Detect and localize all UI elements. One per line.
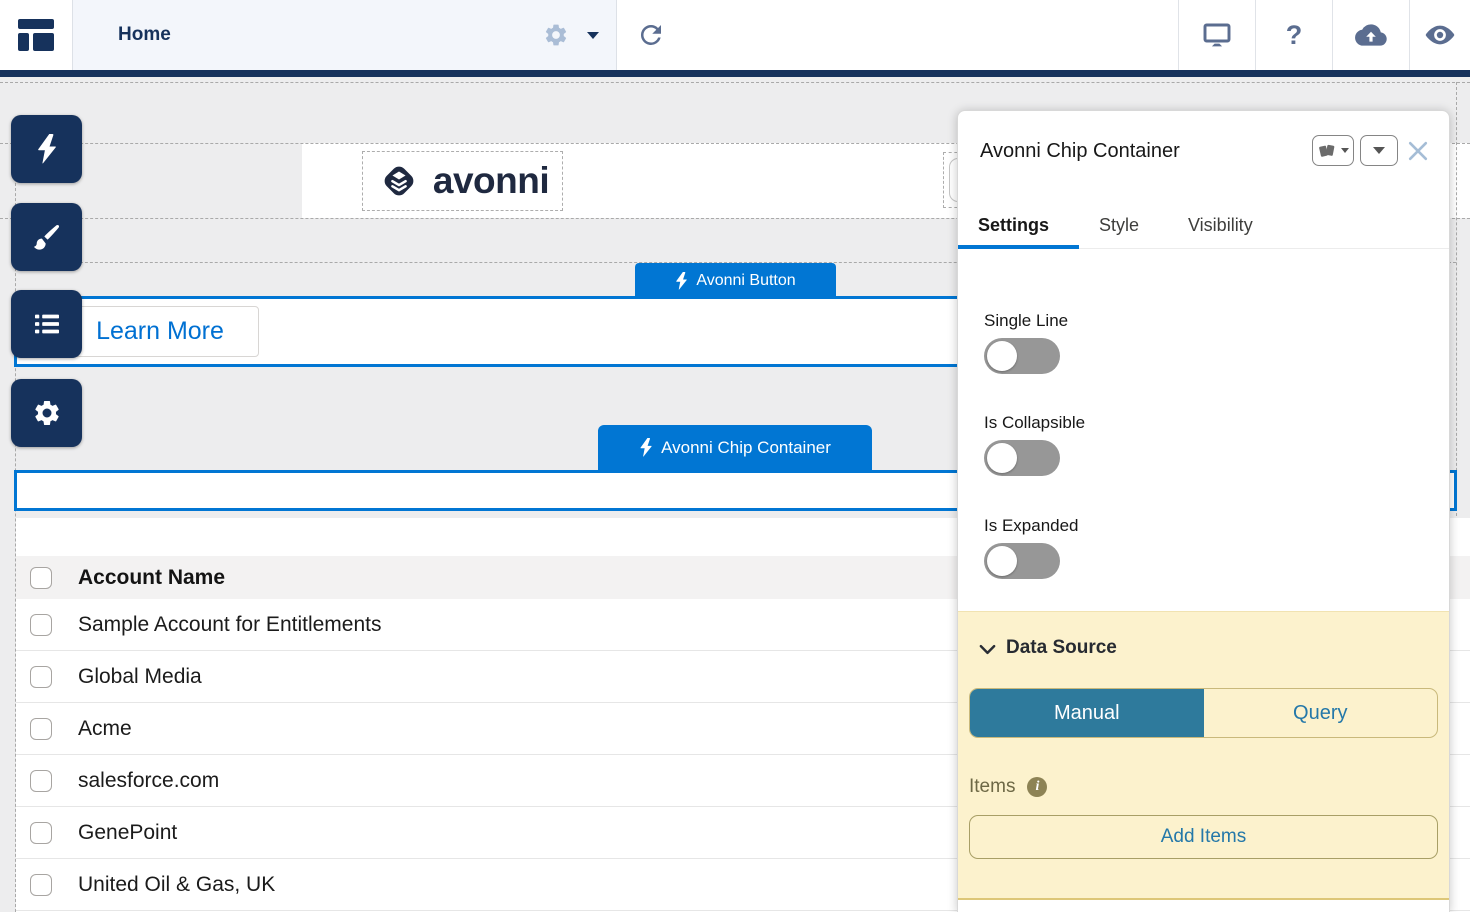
monitor-icon	[1201, 19, 1233, 51]
variant-picker-button[interactable]	[1312, 135, 1354, 166]
toggle-label-is-collapsible: Is Collapsible	[984, 413, 1085, 433]
eye-icon	[1424, 19, 1456, 51]
builder-toolbar: Home ?	[0, 0, 1470, 70]
row-checkbox[interactable]	[30, 666, 52, 688]
manual-option[interactable]: Manual	[970, 689, 1204, 737]
panel-title: Avonni Chip Container	[980, 140, 1180, 163]
brush-icon	[31, 221, 63, 253]
component-label-text: Avonni Button	[696, 272, 795, 290]
info-icon[interactable]: i	[1027, 777, 1047, 797]
sidebar-theme-button[interactable]	[11, 203, 82, 271]
select-all-checkbox[interactable]	[30, 567, 52, 589]
row-checkbox[interactable]	[30, 770, 52, 792]
single-line-toggle[interactable]	[984, 338, 1060, 374]
page-settings-gear-icon[interactable]	[543, 22, 569, 48]
chevron-down-icon	[1341, 148, 1349, 153]
toolbar-action-group: ?	[1178, 0, 1470, 70]
lightning-icon	[36, 134, 58, 164]
learn-more-button[interactable]: Learn More	[61, 306, 259, 357]
component-label-avonni-chip-container[interactable]: Avonni Chip Container	[598, 425, 872, 470]
account-name: Global Media	[78, 665, 202, 689]
panel-tab-bar: Settings Style Visibility	[958, 211, 1449, 249]
column-header: Account Name	[78, 566, 225, 590]
toggle-label-single-line: Single Line	[984, 311, 1068, 331]
lightning-icon	[639, 438, 653, 457]
app-screen: avonni Avonni Button Learn More Avonni C…	[0, 0, 1470, 912]
active-tab-underline	[958, 245, 1079, 249]
account-name: Sample Account for Entitlements	[78, 613, 382, 637]
avonni-logo-icon	[376, 158, 422, 204]
brand-logo-component[interactable]: avonni	[362, 151, 563, 211]
chevron-down-icon[interactable]	[978, 640, 997, 659]
page-layout-icon	[14, 13, 58, 57]
page-tab-label: Home	[118, 24, 171, 46]
toggle-label-is-expanded: Is Expanded	[984, 516, 1079, 536]
account-name: salesforce.com	[78, 769, 219, 793]
dropzone-guide	[0, 82, 1470, 83]
panel-menu-button[interactable]	[1360, 135, 1398, 166]
close-icon[interactable]	[1406, 139, 1430, 163]
sidebar-components-button[interactable]	[11, 115, 82, 183]
data-source-mode-switch: Manual Query	[969, 688, 1438, 738]
add-items-button[interactable]: Add Items	[969, 815, 1438, 859]
panel-footer-strip	[958, 900, 1449, 912]
tab-visibility[interactable]: Visibility	[1188, 215, 1253, 236]
publish-button[interactable]	[1332, 0, 1409, 70]
row-checkbox[interactable]	[30, 718, 52, 740]
toolbar-bottom-border	[0, 70, 1470, 77]
cloud-upload-icon	[1352, 19, 1390, 51]
gear-icon	[32, 398, 62, 428]
sidebar-settings-button[interactable]	[11, 379, 82, 447]
tab-settings[interactable]: Settings	[978, 215, 1049, 236]
component-label-text: Avonni Chip Container	[661, 438, 831, 458]
data-source-heading: Data Source	[1006, 637, 1117, 659]
properties-panel: Avonni Chip Container Settings Style Vis…	[957, 110, 1450, 912]
items-label: Items	[969, 776, 1015, 798]
chevron-down-icon[interactable]	[587, 32, 599, 39]
device-preview-button[interactable]	[1178, 0, 1255, 70]
help-button[interactable]: ?	[1255, 0, 1332, 70]
row-checkbox[interactable]	[30, 614, 52, 636]
preview-button[interactable]	[1409, 0, 1470, 70]
row-checkbox[interactable]	[30, 874, 52, 896]
cards-icon	[1317, 143, 1337, 159]
lightning-icon	[675, 272, 688, 290]
tab-style[interactable]: Style	[1099, 215, 1139, 236]
component-label-avonni-button[interactable]: Avonni Button	[635, 263, 836, 298]
account-name: Acme	[78, 717, 132, 741]
refresh-icon[interactable]	[636, 20, 666, 50]
query-option[interactable]: Query	[1204, 689, 1438, 737]
items-label-row: Items i	[969, 776, 1047, 798]
builder-home-button[interactable]	[0, 0, 72, 70]
account-name: GenePoint	[78, 821, 177, 845]
account-name: United Oil & Gas, UK	[78, 873, 275, 897]
brand-logo-text: avonni	[433, 160, 549, 202]
page-tab[interactable]: Home	[72, 0, 617, 70]
is-expanded-toggle[interactable]	[984, 543, 1060, 579]
data-source-section: Data Source Manual Query Items i Add Ite…	[958, 611, 1449, 900]
list-icon	[31, 308, 63, 340]
is-collapsible-toggle[interactable]	[984, 440, 1060, 476]
chevron-down-icon	[1373, 147, 1385, 154]
sidebar-list-button[interactable]	[11, 290, 82, 358]
help-icon: ?	[1286, 20, 1303, 51]
row-checkbox[interactable]	[30, 822, 52, 844]
